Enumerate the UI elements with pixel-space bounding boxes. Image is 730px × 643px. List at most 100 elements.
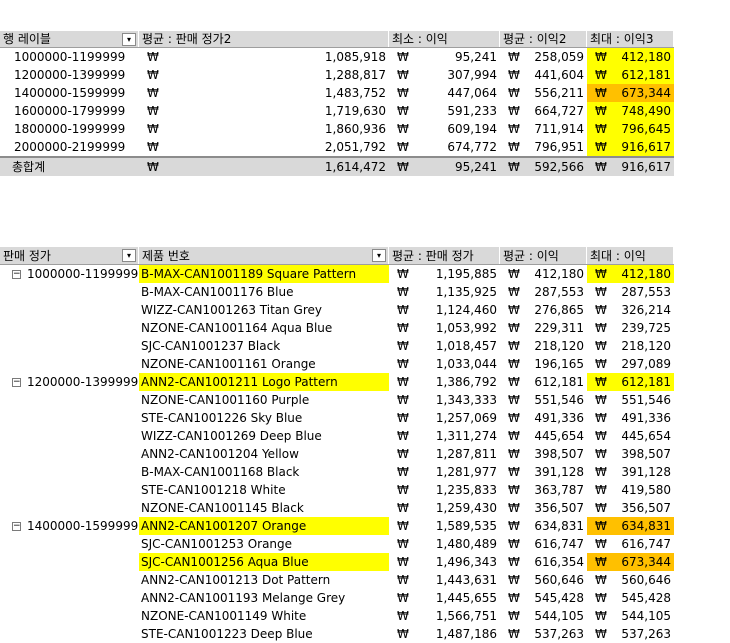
avg-profit-cell: ₩398,507 xyxy=(500,445,587,463)
avg-profit-cell: ₩412,180 xyxy=(500,265,587,283)
table-row[interactable]: SJC-CAN1001237 Black ₩1,018,457 ₩218,120 ₩2… xyxy=(0,337,674,355)
currency-symbol: ₩ xyxy=(397,303,409,317)
table-row[interactable]: NZONE-CAN1001164 Aqua Blue ₩1,053,992 ₩229… xyxy=(0,319,674,337)
price-band-cell[interactable]: −1400000-1599999 xyxy=(0,517,139,535)
product-header-label: 제품 번호 xyxy=(142,249,190,263)
avg-profit-cell-value: 218,120 xyxy=(534,339,584,353)
min-profit-header[interactable]: 최소 : 이익 xyxy=(389,31,500,47)
table-row[interactable]: B-MAX-CAN1001168 Black ₩1,281,977 ₩391,128… xyxy=(0,463,674,481)
table-row[interactable]: STE-CAN1001218 White ₩1,235,833 ₩363,787 ₩4… xyxy=(0,481,674,499)
avg-price-cell: ₩1,053,992 xyxy=(389,319,500,337)
currency-symbol: ₩ xyxy=(595,501,607,515)
summary-header-row: 행 레이블 ▾ 평균 : 판매 정가2 최소 : 이익 평균 : 이익2 최대 … xyxy=(0,31,674,48)
table-row[interactable]: −1400000-1599999 ANN2-CAN1001207 Orange ₩1… xyxy=(0,517,674,535)
avg-profit-cell-value: 616,354 xyxy=(534,555,584,569)
max-profit-cell: ₩612,181 xyxy=(587,66,674,84)
table-row[interactable]: −1000000-1199999 B-MAX-CAN1001189 Square … xyxy=(0,265,674,283)
avg-profit-header[interactable]: 평균 : 이익 xyxy=(500,247,587,264)
table-row[interactable]: WIZZ-CAN1001269 Deep Blue ₩1,311,274 ₩445,… xyxy=(0,427,674,445)
grand-total-avg-profit-value: 592,566 xyxy=(534,160,584,174)
price-band-cell xyxy=(0,463,139,481)
avg-profit-cell-value: 634,831 xyxy=(534,519,584,533)
table-row[interactable]: STE-CAN1001226 Sky Blue ₩1,257,069 ₩491,33… xyxy=(0,409,674,427)
filter-dropdown-icon[interactable]: ▾ xyxy=(122,249,136,262)
avg-price-header[interactable]: 평균 : 판매 정가2 xyxy=(139,31,389,47)
max-profit-cell: ₩356,507 xyxy=(587,499,674,517)
price-band-cell[interactable]: −1200000-1399999 xyxy=(0,373,139,391)
max-profit-cell: ₩287,553 xyxy=(587,283,674,301)
summary-row[interactable]: 1200000-1399999 ₩1,288,817 ₩307,994 ₩441,60… xyxy=(0,66,674,84)
table-row[interactable]: −1200000-1399999 ANN2-CAN1001211 Logo Pat… xyxy=(0,373,674,391)
avg-price-cell-value: 1,480,489 xyxy=(435,537,497,551)
table-row[interactable]: STE-CAN1001223 Deep Blue ₩1,487,186 ₩537,2… xyxy=(0,625,674,643)
collapse-icon[interactable]: − xyxy=(12,270,21,279)
avg-profit-cell-value: 560,646 xyxy=(534,573,584,587)
table-row[interactable]: NZONE-CAN1001161 Orange ₩1,033,044 ₩196,16… xyxy=(0,355,674,373)
currency-symbol: ₩ xyxy=(595,140,607,154)
max-profit-header[interactable]: 최대 : 이익3 xyxy=(587,31,674,47)
product-cell: SJC-CAN1001253 Orange xyxy=(141,537,293,551)
max-profit-cell-value: 326,214 xyxy=(621,303,671,317)
currency-symbol: ₩ xyxy=(397,555,409,569)
price-band-header[interactable]: 판매 정가 ▾ xyxy=(0,247,139,264)
table-row[interactable]: SJC-CAN1001253 Orange ₩1,480,489 ₩616,747 ₩… xyxy=(0,535,674,553)
table-row[interactable]: ANN2-CAN1001204 Yellow ₩1,287,811 ₩398,507… xyxy=(0,445,674,463)
currency-symbol: ₩ xyxy=(595,321,607,335)
avg-profit-cell-value: 398,507 xyxy=(534,447,584,461)
currency-symbol: ₩ xyxy=(595,591,607,605)
avg-price-cell: ₩1,124,460 xyxy=(389,301,500,319)
currency-symbol: ₩ xyxy=(595,537,607,551)
currency-symbol: ₩ xyxy=(397,609,409,623)
price-band-cell xyxy=(0,553,139,571)
currency-symbol: ₩ xyxy=(595,303,607,317)
grand-total-row[interactable]: 총합계 ₩1,614,472 ₩95,241 ₩592,566 ₩916,617 xyxy=(0,156,674,176)
sort-filter-icon[interactable]: ▾ xyxy=(372,249,386,262)
max-profit-cell-value: 239,725 xyxy=(621,321,671,335)
avg-price-cell: ₩1,445,655 xyxy=(389,589,500,607)
avg-profit-cell: ₩616,747 xyxy=(500,535,587,553)
max-profit-cell: ₩634,831 xyxy=(587,517,674,535)
product-header[interactable]: 제품 번호 ▾ xyxy=(139,247,389,264)
table-row[interactable]: NZONE-CAN1001149 White ₩1,566,751 ₩544,105… xyxy=(0,607,674,625)
summary-row[interactable]: 2000000-2199999 ₩2,051,792 ₩674,772 ₩796,95… xyxy=(0,138,674,156)
table-row[interactable]: WIZZ-CAN1001263 Titan Grey ₩1,124,460 ₩276… xyxy=(0,301,674,319)
avg-price-header[interactable]: 평균 : 판매 정가 xyxy=(389,247,500,264)
max-profit-header[interactable]: 최대 : 이익 xyxy=(587,247,674,264)
table-row[interactable]: B-MAX-CAN1001176 Blue ₩1,135,925 ₩287,553 ₩… xyxy=(0,283,674,301)
row-labels-header[interactable]: 행 레이블 ▾ xyxy=(0,31,139,47)
avg-price-cell-value: 1,235,833 xyxy=(435,483,497,497)
table-row[interactable]: ANN2-CAN1001193 Melange Grey ₩1,445,655 ₩5… xyxy=(0,589,674,607)
currency-symbol: ₩ xyxy=(508,339,520,353)
avg-price-cell-value: 1,195,885 xyxy=(435,267,497,281)
avg-price-cell: ₩1,033,044 xyxy=(389,355,500,373)
price-band-cell[interactable]: −1000000-1199999 xyxy=(0,265,139,283)
table-row[interactable]: SJC-CAN1001256 Aqua Blue ₩1,496,343 ₩616,3… xyxy=(0,553,674,571)
table-row[interactable]: NZONE-CAN1001160 Purple ₩1,343,333 ₩551,54… xyxy=(0,391,674,409)
product-cell: ANN2-CAN1001204 Yellow xyxy=(141,447,299,461)
max-profit-cell-value: 391,128 xyxy=(621,465,671,479)
summary-row[interactable]: 1800000-1999999 ₩1,860,936 ₩609,194 ₩711,91… xyxy=(0,120,674,138)
price-band-cell xyxy=(0,409,139,427)
avg-profit-cell-value: 441,604 xyxy=(534,68,584,82)
avg-price-cell-value: 1,589,535 xyxy=(435,519,497,533)
summary-row[interactable]: 1000000-1199999 ₩1,085,918 ₩95,241 ₩258,059… xyxy=(0,48,674,66)
max-profit-cell: ₩445,654 xyxy=(587,427,674,445)
max-profit-cell: ₩673,344 xyxy=(587,553,674,571)
avg-price-cell-value: 1,033,044 xyxy=(435,357,497,371)
currency-symbol: ₩ xyxy=(508,357,520,371)
max-profit-cell: ₩239,725 xyxy=(587,319,674,337)
summary-row[interactable]: 1600000-1799999 ₩1,719,630 ₩591,233 ₩664,72… xyxy=(0,102,674,120)
min-profit-cell-value: 447,064 xyxy=(447,86,497,100)
summary-row[interactable]: 1400000-1599999 ₩1,483,752 ₩447,064 ₩556,21… xyxy=(0,84,674,102)
table-row[interactable]: ANN2-CAN1001213 Dot Pattern ₩1,443,631 ₩56… xyxy=(0,571,674,589)
table-row[interactable]: NZONE-CAN1001145 Black ₩1,259,430 ₩356,507… xyxy=(0,499,674,517)
max-profit-cell: ₩412,180 xyxy=(587,48,674,66)
collapse-icon[interactable]: − xyxy=(12,378,21,387)
avg-profit-header[interactable]: 평균 : 이익2 xyxy=(500,31,587,47)
currency-symbol: ₩ xyxy=(595,447,607,461)
max-profit-cell-value: 616,747 xyxy=(621,537,671,551)
avg-profit-cell: ₩218,120 xyxy=(500,337,587,355)
collapse-icon[interactable]: − xyxy=(12,522,21,531)
sort-filter-icon[interactable]: ▾ xyxy=(122,33,136,46)
price-band-header-label: 판매 정가 xyxy=(3,249,51,263)
